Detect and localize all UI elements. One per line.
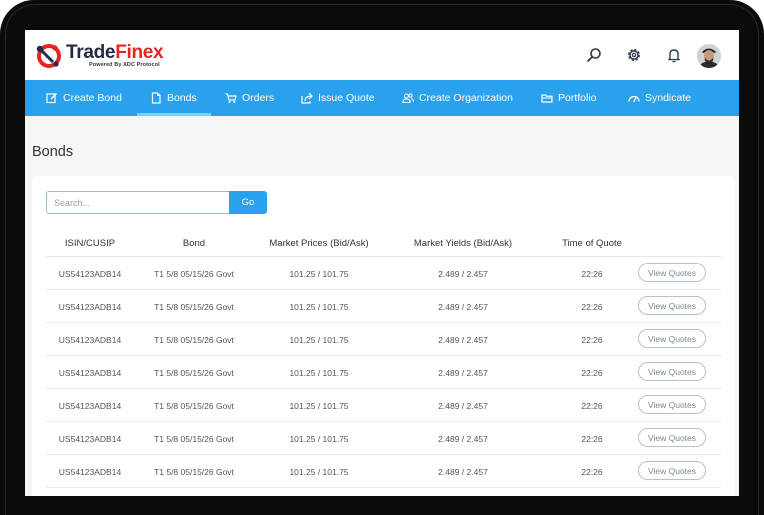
column-header-market-prices[interactable]: Market Prices (Bid/Ask) <box>254 238 384 249</box>
brand-tagline: Powered By XDC Protocol <box>89 62 160 68</box>
cell-market-price: 101.25 / 101.75 <box>289 302 349 312</box>
view-quotes-button[interactable]: View Quotes <box>638 296 706 315</box>
cell-time: 22:26 <box>581 335 603 345</box>
nav-label: Portfolio <box>558 92 597 104</box>
cell-bond: T1 5/8 05/15/26 Govt <box>154 434 234 444</box>
logo-mark-icon <box>36 44 61 68</box>
go-button[interactable]: Go <box>229 191 267 214</box>
table-row: US54123ADB14 T1 5/8 05/15/26 Govt 101.25 /… <box>46 455 721 488</box>
gear-icon[interactable] <box>625 46 643 64</box>
table-row: US54123ADB14 T1 5/8 05/15/26 Govt 101.25 /… <box>46 290 721 323</box>
cell-market-yield: 2.489 / 2.457 <box>438 401 488 411</box>
app-screen: TradeFinex Powered By XDC Protocol Creat… <box>25 30 739 496</box>
page-title: Bonds <box>32 144 74 160</box>
cell-market-price: 101.25 / 101.75 <box>289 401 349 411</box>
share-icon <box>301 92 313 104</box>
brand-name-part2: Finex <box>115 42 164 63</box>
top-header: TradeFinex Powered By XDC Protocol <box>25 30 739 80</box>
column-header-market-yields[interactable]: Market Yields (Bid/Ask) <box>398 238 528 249</box>
cell-market-yield: 2.489 / 2.457 <box>438 467 488 477</box>
cell-time: 22:26 <box>581 434 603 444</box>
folder-icon <box>541 94 553 103</box>
cell-market-price: 101.25 / 101.75 <box>289 335 349 345</box>
users-icon <box>402 93 414 104</box>
cell-market-yield: 2.489 / 2.457 <box>438 335 488 345</box>
cell-market-yield: 2.489 / 2.457 <box>438 302 488 312</box>
nav-item-syndicate[interactable]: Syndicate <box>628 80 691 116</box>
nav-label: Create Organization <box>419 92 513 104</box>
gauge-icon <box>628 95 640 103</box>
nav-item-issue-quote[interactable]: Issue Quote <box>301 80 375 116</box>
view-quotes-button[interactable]: View Quotes <box>638 329 706 348</box>
cell-isin: US54123ADB14 <box>58 368 122 378</box>
view-quotes-button[interactable]: View Quotes <box>638 263 706 282</box>
bonds-card: Go ISIN/CUSIP Bond Market Prices (Bid/As… <box>32 176 735 496</box>
nav-item-create-bond[interactable]: Create Bond <box>46 80 122 116</box>
cell-time: 22:26 <box>581 368 603 378</box>
avatar-icon <box>697 44 721 68</box>
main-nav: Create Bond Bonds Orders Issue Quote Cre… <box>25 80 739 116</box>
view-quotes-button[interactable]: View Quotes <box>638 428 706 447</box>
table-row: US54123ADB14 T1 5/8 05/15/26 Govt 101.25 /… <box>46 389 721 422</box>
brand-name-part1: Trade <box>66 42 116 63</box>
column-header-bond[interactable]: Bond <box>144 238 244 249</box>
nav-label: Syndicate <box>645 92 692 104</box>
cell-market-price: 101.25 / 101.75 <box>289 467 349 477</box>
brand-name: TradeFinex <box>66 42 164 63</box>
cell-isin: US54123ADB14 <box>58 434 122 444</box>
cell-isin: US54123ADB14 <box>58 335 122 345</box>
nav-label: Orders <box>242 92 275 104</box>
cell-isin: US54123ADB14 <box>58 269 122 279</box>
table-row: US54123ADB14 T1 5/8 05/15/26 Govt 101.25 /… <box>46 323 721 356</box>
cell-market-yield: 2.489 / 2.457 <box>438 269 488 279</box>
cell-time: 22:26 <box>581 467 603 477</box>
table-row: US54123ADB14 T1 5/8 05/15/26 Govt 101.25 /… <box>46 422 721 455</box>
nav-label: Bonds <box>167 92 197 104</box>
user-avatar[interactable] <box>697 44 721 68</box>
cell-market-price: 101.25 / 101.75 <box>289 434 349 444</box>
cell-isin: US54123ADB14 <box>58 467 122 477</box>
search-input[interactable] <box>46 191 229 214</box>
column-header-time-of-quote[interactable]: Time of Quote <box>537 238 647 249</box>
cell-time: 22:26 <box>581 401 603 411</box>
cell-isin: US54123ADB14 <box>58 401 122 411</box>
cart-icon <box>225 93 237 103</box>
search-icon[interactable] <box>585 46 603 64</box>
cell-bond: T1 5/8 05/15/26 Govt <box>154 269 234 279</box>
table-row: US54123ADB14 T1 5/8 05/15/26 Govt 101.25 /… <box>46 257 721 290</box>
cell-bond: T1 5/8 05/15/26 Govt <box>154 368 234 378</box>
document-icon <box>151 92 161 104</box>
cell-bond: T1 5/8 05/15/26 Govt <box>154 302 234 312</box>
cell-bond: T1 5/8 05/15/26 Govt <box>154 401 234 411</box>
nav-label: Create Bond <box>63 92 122 104</box>
cell-market-price: 101.25 / 101.75 <box>289 269 349 279</box>
cell-time: 22:26 <box>581 302 603 312</box>
nav-item-bonds[interactable]: Bonds <box>137 80 211 116</box>
cell-bond: T1 5/8 05/15/26 Govt <box>154 467 234 477</box>
bell-icon[interactable] <box>665 46 683 64</box>
edit-icon <box>46 93 57 104</box>
nav-item-orders[interactable]: Orders <box>225 80 274 116</box>
cell-time: 22:26 <box>581 269 603 279</box>
nav-item-portfolio[interactable]: Portfolio <box>541 80 597 116</box>
nav-label: Issue Quote <box>318 92 375 104</box>
view-quotes-button[interactable]: View Quotes <box>638 395 706 414</box>
brand-logo[interactable]: TradeFinex Powered By XDC Protocol <box>35 42 165 70</box>
view-quotes-button[interactable]: View Quotes <box>638 362 706 381</box>
cell-market-yield: 2.489 / 2.457 <box>438 368 488 378</box>
table-row: US54123ADB14 T1 5/8 05/15/26 Govt 101.25 /… <box>46 356 721 389</box>
view-quotes-button[interactable]: View Quotes <box>638 461 706 480</box>
cell-market-yield: 2.489 / 2.457 <box>438 434 488 444</box>
cell-bond: T1 5/8 05/15/26 Govt <box>154 335 234 345</box>
cell-isin: US54123ADB14 <box>58 302 122 312</box>
nav-item-create-organization[interactable]: Create Organization <box>402 80 513 116</box>
cell-market-price: 101.25 / 101.75 <box>289 368 349 378</box>
column-header-isin[interactable]: ISIN/CUSIP <box>46 238 134 249</box>
